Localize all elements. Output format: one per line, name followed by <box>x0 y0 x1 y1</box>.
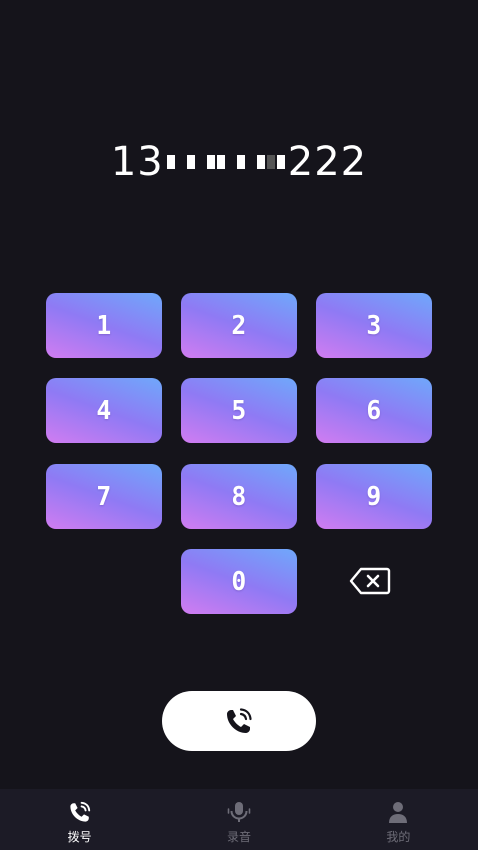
key-5[interactable]: 5 <box>181 378 297 443</box>
microphone-icon <box>227 802 251 822</box>
phone-icon <box>70 801 90 822</box>
backspace-button[interactable] <box>349 566 391 596</box>
tab-dial[interactable]: 拨号 <box>0 789 159 850</box>
key-0[interactable]: 0 <box>181 549 297 614</box>
key-6[interactable]: 6 <box>316 378 432 443</box>
phone-icon <box>227 708 252 733</box>
call-button[interactable] <box>162 691 316 751</box>
tab-recordings[interactable]: 录音 <box>159 789 318 850</box>
key-7[interactable]: 7 <box>46 464 162 529</box>
user-icon <box>389 802 408 823</box>
dialer-screen: 13 222 1 2 3 4 5 6 7 8 9 0 拨号 录音 我的 <box>0 0 478 850</box>
bottom-tab-bar: 拨号 录音 我的 <box>0 789 478 850</box>
tab-label: 拨号 <box>67 830 92 844</box>
backspace-icon <box>349 567 391 595</box>
key-2[interactable]: 2 <box>181 293 297 358</box>
key-4[interactable]: 4 <box>46 378 162 443</box>
tab-profile[interactable]: 我的 <box>319 789 478 850</box>
key-1[interactable]: 1 <box>46 293 162 358</box>
tab-label: 录音 <box>226 830 251 844</box>
key-9[interactable]: 9 <box>316 464 432 529</box>
key-3[interactable]: 3 <box>316 293 432 358</box>
key-8[interactable]: 8 <box>181 464 297 529</box>
tab-label: 我的 <box>386 830 411 844</box>
